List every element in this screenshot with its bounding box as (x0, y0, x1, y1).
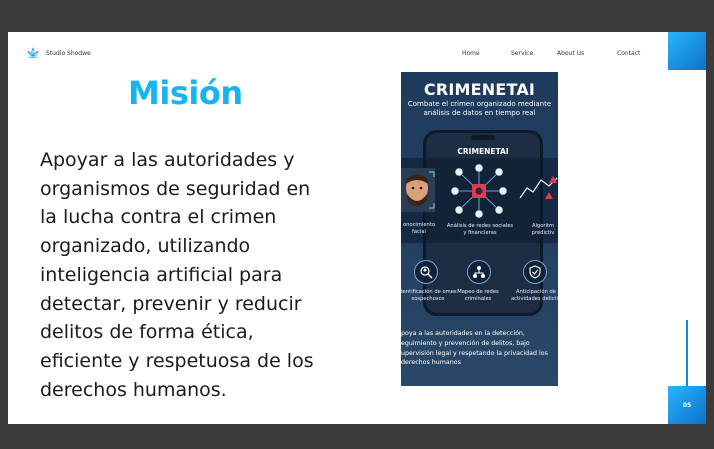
nav-about-us[interactable]: About Us (557, 50, 584, 57)
label-anticipation: Anticipación de actividades delictiv (510, 289, 558, 302)
infographic-title: CRIMENETAI (423, 80, 536, 99)
infographic-subtitle: Combate el crimen organizado mediante an… (407, 100, 552, 117)
search-user-icon (414, 260, 438, 284)
nav-home[interactable]: Home (462, 50, 480, 57)
mission-text: Apoyar a las autoridades y organismos de… (40, 149, 314, 401)
nav-service[interactable]: Service (511, 50, 533, 57)
hierarchy-icon (467, 260, 491, 284)
shield-check-icon (523, 260, 547, 284)
accent-line (686, 320, 688, 388)
corner-decoration (668, 32, 706, 70)
phone-title: CRIMENETAI (457, 147, 509, 156)
page-title: Misión (128, 74, 243, 112)
page-number: 05 (682, 401, 692, 409)
label-face: onocimiento facial (402, 222, 436, 235)
nav-contact[interactable]: Contact (617, 50, 640, 57)
label-algorithm: Algoritm predictiv (531, 223, 555, 236)
network-icon (450, 163, 508, 219)
phone-notch (471, 135, 495, 140)
infographic: CRIMENETAI Combate el crimen organizado … (401, 72, 558, 386)
chart-icon (519, 176, 558, 199)
page-number-box: 05 (668, 386, 706, 424)
face-icon (401, 168, 435, 212)
infographic-footer: poya a las autoridades en la detección, … (401, 330, 548, 367)
label-map: Mapeo de redes criminales (457, 289, 499, 302)
top-nav: Home Service About Us Contact (8, 50, 706, 60)
label-network: Análisis de redes sociales y financieras (446, 223, 514, 236)
slide: Studio Shodwe Home Service About Us Cont… (8, 32, 706, 424)
label-identification: dentificación de omes sospechosos (401, 289, 457, 302)
